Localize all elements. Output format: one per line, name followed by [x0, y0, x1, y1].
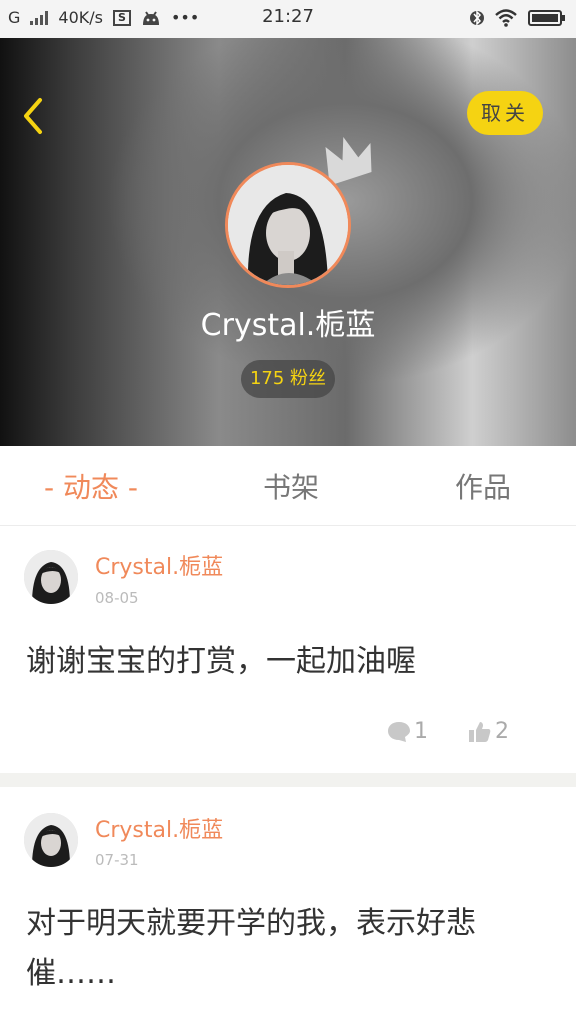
status-bar: G 40K/s S ••• 21:27 — [0, 0, 576, 38]
bluetooth-icon — [470, 10, 484, 26]
tab-activity[interactable]: - 动态 - — [44, 466, 138, 506]
comment-count: 1 — [414, 719, 428, 744]
battery-icon — [528, 10, 565, 26]
unfollow-button[interactable]: 取关 — [467, 91, 543, 135]
profile-tabs: - 动态 - 书架 作品 — [0, 446, 576, 526]
comment-icon — [388, 721, 410, 742]
post-author-name[interactable]: Crystal.栀蓝 — [95, 812, 223, 844]
status-right — [470, 8, 565, 28]
avatar-image — [24, 550, 78, 604]
post-date: 07-31 — [95, 851, 139, 869]
post-item[interactable]: Crystal.栀蓝 07-31 对于明天就要开学的我，表示好悲催…… — [0, 787, 576, 1024]
thumbs-up-icon — [469, 721, 491, 742]
wifi-icon — [495, 9, 517, 27]
like-stat[interactable]: 2 — [468, 719, 509, 744]
post-author-avatar[interactable] — [24, 813, 78, 867]
avatar-image — [228, 165, 348, 285]
tab-bookshelf[interactable]: 书架 — [263, 466, 319, 506]
post-separator — [0, 773, 576, 787]
like-count: 2 — [495, 719, 509, 744]
post-content: 对于明天就要开学的我，表示好悲催…… — [26, 906, 476, 991]
tab-works[interactable]: 作品 — [455, 466, 511, 506]
profile-avatar[interactable] — [225, 162, 351, 288]
post-author-name[interactable]: Crystal.栀蓝 — [95, 549, 223, 581]
post-content: 谢谢宝宝的打赏，一起加油喔 — [26, 644, 416, 679]
fans-count[interactable]: 175 粉丝 — [241, 360, 335, 398]
comment-stat[interactable]: 1 — [386, 719, 428, 744]
post-author-avatar[interactable] — [24, 550, 78, 604]
profile-name: Crystal.栀蓝 — [200, 308, 376, 343]
back-icon[interactable] — [18, 96, 48, 136]
post-date: 08-05 — [95, 589, 139, 607]
profile-header: 取关 Crystal.栀蓝 175 粉丝 — [0, 38, 576, 446]
avatar-image — [24, 813, 78, 867]
post-item[interactable]: Crystal.栀蓝 08-05 谢谢宝宝的打赏，一起加油喔 1 2 — [0, 527, 576, 773]
